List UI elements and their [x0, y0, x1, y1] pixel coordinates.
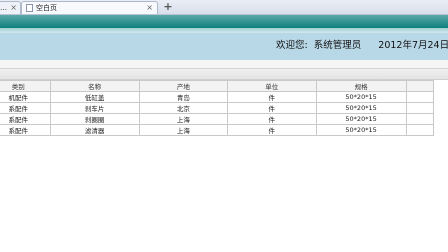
cell-unit: 件: [227, 91, 317, 103]
cell-unit: 件: [227, 124, 317, 136]
table-row[interactable]: 机配件 低缸盖 青岛 件 50*20*15: [0, 91, 435, 103]
browser-tab-blank-page[interactable]: 空白页 ×: [21, 1, 158, 14]
column-header-extra: [405, 80, 435, 92]
cell-origin: 北京: [138, 102, 229, 114]
column-header-category[interactable]: 类别: [0, 80, 51, 92]
column-header-origin[interactable]: 产地: [138, 80, 229, 92]
tab-title: 空白页: [36, 4, 57, 12]
cell-unit: 件: [227, 113, 317, 125]
cell-extra: [405, 102, 435, 114]
header-gap: [0, 60, 448, 68]
toolbar-band: [0, 68, 448, 80]
tab-title: …: [0, 4, 7, 12]
column-header-name[interactable]: 名称: [49, 80, 140, 92]
page-icon: [26, 4, 33, 12]
cell-name: 刹圈圈: [49, 113, 140, 125]
cell-origin: 上海: [138, 124, 229, 136]
cell-name: 滤清器: [49, 124, 140, 136]
welcome-bar: 欢迎您: 系统管理员 2012年7月24日 16: [276, 37, 448, 51]
parts-table: 类别 名称 产地 单位 规格 机配件 低缸盖 青岛 件 50*20*15 系配件…: [0, 80, 435, 136]
cell-spec: 50*20*15: [315, 102, 407, 114]
browser-tab-strip: … × 空白页 × +: [0, 0, 448, 15]
cell-extra: [405, 91, 435, 103]
user-name: 系统管理员: [313, 40, 362, 51]
table-header-row: 类别 名称 产地 单位 规格: [0, 80, 435, 92]
new-tab-icon[interactable]: +: [162, 1, 174, 13]
cell-unit: 件: [227, 102, 317, 114]
cell-name: 低缸盖: [49, 91, 140, 103]
cell-category: 系配件: [0, 102, 51, 114]
browser-tab-previous[interactable]: … ×: [0, 1, 21, 14]
close-icon[interactable]: ×: [10, 2, 17, 14]
app-header-band: [0, 15, 448, 28]
column-header-spec[interactable]: 规格: [315, 80, 407, 92]
cell-origin: 青岛: [138, 91, 229, 103]
cell-category: 系配件: [0, 113, 51, 125]
cell-spec: 50*20*15: [315, 113, 407, 125]
welcome-label: 欢迎您:: [276, 40, 308, 51]
cell-spec: 50*20*15: [315, 124, 407, 136]
cell-category: 系配件: [0, 124, 51, 136]
table-row[interactable]: 系配件 刹车片 北京 件 50*20*15: [0, 102, 435, 114]
cell-name: 刹车片: [49, 102, 140, 114]
table-row[interactable]: 系配件 刹圈圈 上海 件 50*20*15: [0, 113, 435, 125]
cell-extra: [405, 124, 435, 136]
column-header-unit[interactable]: 单位: [227, 80, 317, 92]
cell-category: 机配件: [0, 91, 51, 103]
table-row[interactable]: 系配件 滤清器 上海 件 50*20*15: [0, 124, 435, 136]
cell-spec: 50*20*15: [315, 91, 407, 103]
cell-origin: 上海: [138, 113, 229, 125]
current-date: 2012年7月24日: [378, 40, 448, 51]
cell-extra: [405, 113, 435, 125]
close-icon[interactable]: ×: [146, 2, 153, 14]
